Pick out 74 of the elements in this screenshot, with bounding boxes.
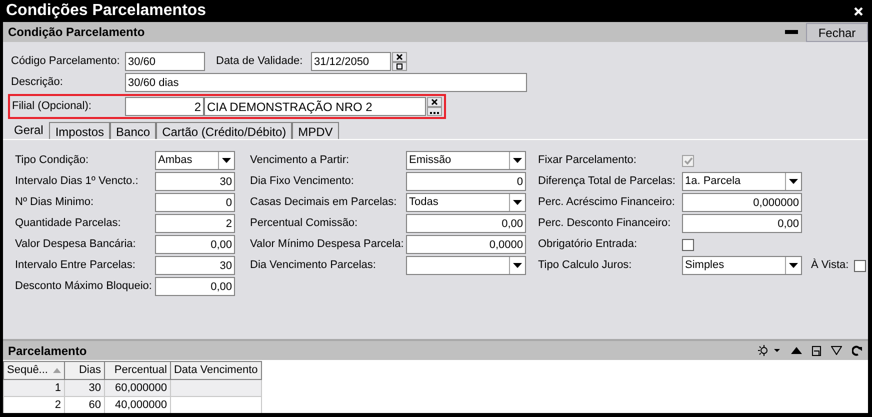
field-label: Data de Validade: xyxy=(216,54,304,70)
field-label: Dia Fixo Vencimento: xyxy=(250,174,355,190)
number-field[interactable]: 0,00 xyxy=(155,235,235,254)
code-field[interactable]: 30/60 xyxy=(125,52,205,71)
number-field[interactable]: 0 xyxy=(155,193,235,212)
checkbox[interactable] xyxy=(682,238,694,250)
caret-icon xyxy=(513,263,522,268)
field-label: Valor Mínimo Despesa Parcela: xyxy=(250,237,405,252)
caret-icon xyxy=(789,179,798,184)
field-label: Tipo Condição: xyxy=(15,153,90,168)
field-label: Intervalo Dias 1º Vencto.: xyxy=(15,174,140,190)
branch-code-field[interactable]: 2 xyxy=(125,97,204,116)
number-field[interactable]: 0,00 xyxy=(155,277,235,296)
minimize-icon xyxy=(785,30,798,34)
ellipsis-icon xyxy=(427,107,442,116)
field-label: Filial (Opcional): xyxy=(11,99,92,114)
branch-name-field[interactable]: CIA DEMONSTRAÇÃO NRO 2 xyxy=(204,97,426,116)
caret-icon xyxy=(222,158,231,163)
dropdown[interactable]: Todas xyxy=(406,193,526,212)
table-cell: 2 xyxy=(4,396,64,413)
field-label: Código Parcelamento: xyxy=(10,54,121,70)
field-label: Percentual Comissão: xyxy=(250,216,359,232)
tab[interactable]: MPDV xyxy=(292,122,339,139)
field-label: Fixar Parcelamento: xyxy=(538,153,638,168)
field-label: Nº Dias Minimo: xyxy=(15,195,95,210)
field-label: Casas Decimais em Parcelas: xyxy=(250,195,398,210)
field-label: Vencimento a Partir: xyxy=(250,153,350,168)
field-label: Perc. Desconto Financeiro: xyxy=(538,216,672,232)
tab[interactable]: Impostos xyxy=(49,122,110,139)
number-field[interactable]: 2 xyxy=(155,214,235,233)
caret-icon xyxy=(513,200,522,205)
field-label: Desconto Máximo Bloqueio: xyxy=(15,279,153,294)
field-label: Obrigatório Entrada: xyxy=(538,237,638,252)
dropdown[interactable]: Ambas xyxy=(155,151,235,170)
checkbox[interactable] xyxy=(854,260,866,272)
dropdown[interactable]: 1a. Parcela xyxy=(682,172,802,191)
panel-title: Condição Parcelamento xyxy=(8,24,145,41)
grid-title: Parcelamento xyxy=(8,342,87,360)
close-button[interactable]: Fechar xyxy=(806,22,868,42)
field-label: Intervalo Entre Parcelas: xyxy=(15,258,136,274)
sort-ascending-icon xyxy=(52,368,61,373)
dropdown[interactable]: Emissão xyxy=(406,151,526,170)
number-field[interactable]: 30 xyxy=(155,172,235,191)
column-header[interactable]: Percentual xyxy=(104,362,170,379)
dropdown[interactable]: Simples xyxy=(682,256,802,275)
field-label: Tipo Calculo Juros: xyxy=(538,258,633,274)
field-label: Dia Vencimento Parcelas: xyxy=(250,258,377,274)
window-title: Condições Parcelamentos xyxy=(6,3,206,19)
column-header[interactable]: Sequê... xyxy=(4,362,64,379)
caret-icon xyxy=(513,158,522,163)
close-icon xyxy=(854,6,863,16)
field-label: Diferença Total de Parcelas: xyxy=(538,174,676,190)
number-field[interactable]: 0,00 xyxy=(406,214,526,233)
tab[interactable]: Cartão (Crédito/Débito) xyxy=(156,122,292,139)
column-header[interactable]: Dias xyxy=(64,362,104,379)
date-field[interactable]: 31/12/2050 xyxy=(311,52,391,71)
field-label: Quantidade Parcelas: xyxy=(15,216,122,232)
tab[interactable]: Banco xyxy=(110,122,156,139)
column-header[interactable]: Data Vencimento xyxy=(170,362,262,379)
number-field[interactable]: 0,000000 xyxy=(682,193,802,212)
description-field[interactable]: 30/60 dias xyxy=(125,73,527,92)
field-label: Valor Despesa Bancária: xyxy=(15,237,137,252)
field-label: Perc. Acréscimo Financeiro: xyxy=(538,195,676,210)
field-label: À Vista: xyxy=(811,258,849,274)
field-label: Descrição: xyxy=(10,75,64,90)
caret-icon xyxy=(789,263,798,268)
number-field[interactable]: 30 xyxy=(155,256,235,275)
dropdown[interactable] xyxy=(406,256,526,275)
collapse-icon xyxy=(791,347,802,354)
number-field[interactable]: 0,00 xyxy=(682,214,802,233)
number-field[interactable]: 0 xyxy=(406,172,526,191)
number-field[interactable]: 0,0000 xyxy=(406,235,526,254)
filter-icon xyxy=(831,346,842,355)
refresh-icon xyxy=(852,345,862,356)
